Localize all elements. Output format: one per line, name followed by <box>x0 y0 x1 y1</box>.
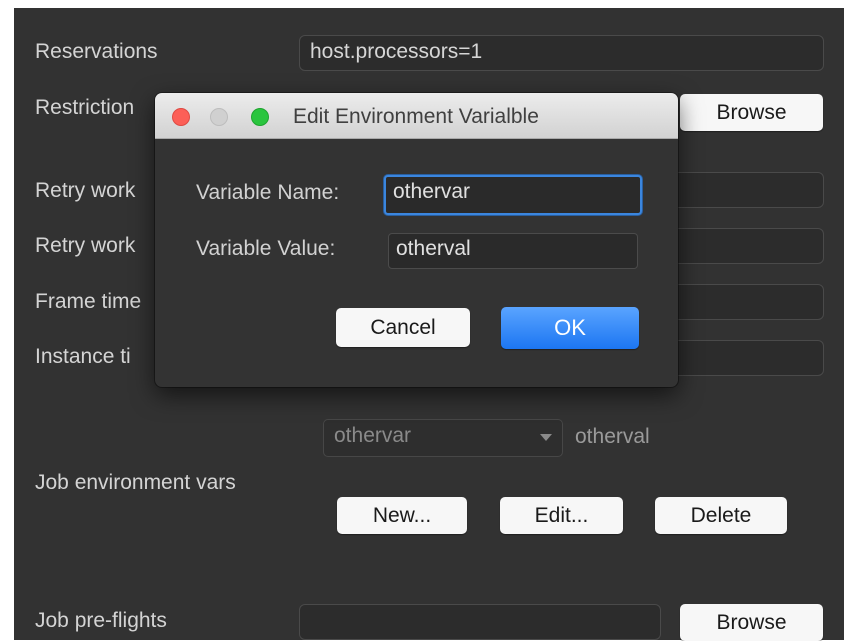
frame-time-label: Frame time <box>35 290 142 313</box>
reservations-input[interactable]: host.processors=1 <box>299 35 824 71</box>
env-var-value-text: otherval <box>575 425 650 448</box>
preflights-browse-button[interactable]: Browse <box>680 604 823 641</box>
edit-env-var-button[interactable]: Edit... <box>500 497 623 534</box>
env-vars-label: Job environment vars <box>35 471 236 494</box>
env-var-dropdown-value: othervar <box>334 424 412 447</box>
restriction-browse-button[interactable]: Browse <box>680 94 823 131</box>
variable-name-input[interactable]: othervar <box>384 175 642 215</box>
frame-time-input[interactable] <box>664 284 824 320</box>
cancel-button[interactable]: Cancel <box>336 308 470 347</box>
ok-button[interactable]: OK <box>501 307 639 349</box>
minimize-traffic-light-icon <box>210 108 228 126</box>
variable-value-input[interactable]: otherval <box>388 233 638 269</box>
close-traffic-light-icon[interactable] <box>172 108 190 126</box>
delete-env-var-button[interactable]: Delete <box>655 497 787 534</box>
reservations-label: Reservations <box>35 40 158 63</box>
preflights-label: Job pre-flights <box>35 609 167 632</box>
instance-time-input[interactable] <box>664 340 824 376</box>
variable-value-label: Variable Value: <box>196 237 336 260</box>
retry-work-label-2: Retry work <box>35 234 136 257</box>
instance-time-label: Instance ti <box>35 345 131 368</box>
zoom-traffic-light-icon[interactable] <box>251 108 269 126</box>
env-var-dropdown[interactable]: othervar <box>323 419 563 457</box>
retry-work-label-1: Retry work <box>35 179 136 202</box>
dialog-titlebar[interactable]: Edit Environment Varialble <box>155 93 678 139</box>
dialog-title: Edit Environment Varialble <box>293 105 539 128</box>
preflights-input[interactable] <box>299 604 661 640</box>
variable-name-label: Variable Name: <box>196 181 340 204</box>
chevron-down-icon <box>540 434 552 441</box>
new-env-var-button[interactable]: New... <box>337 497 467 534</box>
edit-env-var-dialog: Edit Environment Varialble Variable Name… <box>155 93 678 387</box>
restriction-label: Restriction <box>35 96 135 119</box>
retry-work-input-2[interactable] <box>664 228 824 264</box>
retry-work-input-1[interactable] <box>664 172 824 208</box>
